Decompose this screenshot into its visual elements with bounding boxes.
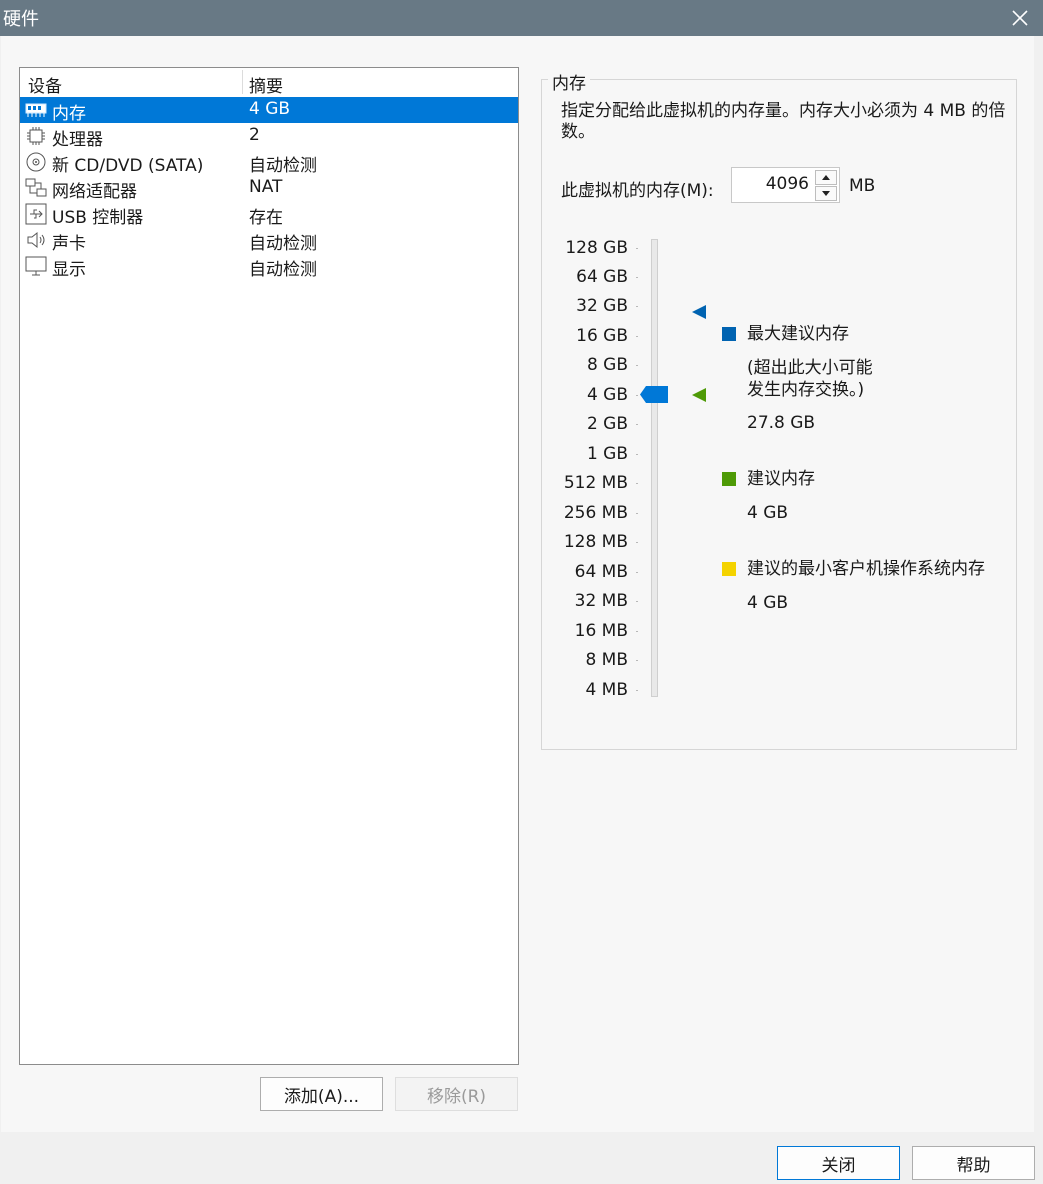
- device-row-sound-card[interactable]: 声卡 自动检测: [20, 227, 518, 254]
- device-row-network-adapter[interactable]: 网络适配器 NAT: [20, 175, 518, 202]
- memory-group-title: 内存: [548, 69, 590, 94]
- column-header-summary[interactable]: 摘要: [249, 72, 283, 97]
- spin-up-button[interactable]: [815, 170, 837, 185]
- device-row-memory[interactable]: 内存 4 GB: [20, 97, 518, 124]
- device-name: 显示: [52, 260, 86, 280]
- scale-label: 64 GB: [576, 267, 628, 287]
- device-row-processor[interactable]: 处理器 2: [20, 123, 518, 150]
- scale-label: 256 MB: [563, 503, 628, 523]
- scale-label: 1 GB: [586, 444, 628, 464]
- memory-field-label: 此虚拟机的内存(M):: [561, 181, 714, 201]
- device-row-usb-controller[interactable]: USB 控制器 存在: [20, 201, 518, 228]
- memory-slider-track[interactable]: [651, 239, 658, 697]
- scale-label: 64 MB: [574, 562, 628, 582]
- display-icon: [25, 255, 47, 277]
- close-button[interactable]: 关闭: [777, 1146, 900, 1180]
- memory-description: 指定分配给此虚拟机的内存量。内存大小必须为 4 MB 的倍数。: [561, 101, 1006, 142]
- speaker-icon: [25, 229, 47, 251]
- remove-button[interactable]: 移除(R): [395, 1077, 518, 1111]
- device-row-display[interactable]: 显示 自动检测: [20, 253, 518, 280]
- legend-max-value: 27.8 GB: [747, 413, 816, 433]
- scale-label: 4 MB: [585, 680, 628, 700]
- usb-icon: [25, 203, 47, 225]
- scale-label: 2 GB: [586, 414, 628, 434]
- close-icon[interactable]: [997, 0, 1043, 36]
- device-list-header: 设备 摘要: [20, 68, 518, 97]
- scale-label: 16 GB: [576, 326, 628, 346]
- cd-dvd-icon: [25, 151, 47, 173]
- scale-label: 128 GB: [565, 238, 628, 258]
- window-title: 硬件: [3, 9, 39, 30]
- scale-label: 32 GB: [576, 296, 628, 316]
- processor-icon: [25, 125, 47, 147]
- device-summary: 自动检测: [249, 234, 317, 254]
- legend-max-note-2: 发生内存交换。): [747, 380, 865, 400]
- scale-label: 8 MB: [585, 650, 628, 670]
- legend-square-max: [722, 327, 736, 341]
- device-name: 处理器: [52, 130, 103, 150]
- network-adapter-icon: [25, 177, 47, 199]
- scale-label: 512 MB: [563, 473, 628, 493]
- scale-label: 32 MB: [574, 591, 628, 611]
- device-summary: 自动检测: [249, 260, 317, 280]
- device-name: 网络适配器: [52, 182, 137, 202]
- device-name: 新 CD/DVD (SATA): [52, 156, 204, 176]
- device-name: USB 控制器: [52, 208, 144, 228]
- legend-recommended-value: 4 GB: [747, 503, 789, 523]
- max-recommended-marker: [692, 304, 706, 319]
- device-row-cd-dvd[interactable]: 新 CD/DVD (SATA) 自动检测: [20, 149, 518, 176]
- device-name: 内存: [52, 104, 86, 124]
- column-separator[interactable]: [242, 70, 243, 94]
- device-summary: 2: [249, 125, 260, 145]
- device-summary: NAT: [249, 177, 283, 197]
- legend-max-note-1: (超出此大小可能: [747, 358, 873, 378]
- device-list[interactable]: 设备 摘要 内存 4 GB 处理器 2 新 CD/DVD (SATA) 自动检测…: [19, 67, 519, 1065]
- add-button[interactable]: 添加(A)...: [260, 1077, 383, 1111]
- title-bar: 硬件: [0, 0, 1043, 36]
- legend-max-title: 最大建议内存: [747, 324, 849, 344]
- column-header-device[interactable]: 设备: [28, 72, 62, 97]
- memory-spinbox[interactable]: 4096: [731, 167, 840, 203]
- memory-icon: [25, 99, 47, 121]
- memory-unit: MB: [849, 176, 876, 196]
- legend-recommended-title: 建议内存: [747, 469, 815, 489]
- memory-input[interactable]: 4096: [766, 174, 809, 194]
- legend-square-min-guest: [722, 562, 736, 576]
- spin-down-button[interactable]: [815, 186, 837, 201]
- help-button[interactable]: 帮助: [912, 1146, 1035, 1180]
- legend-min-guest-title: 建议的最小客户机操作系统内存: [747, 559, 985, 579]
- arrow-down-icon: [822, 191, 830, 196]
- device-summary: 自动检测: [249, 156, 317, 176]
- scale-label: 8 GB: [586, 355, 628, 375]
- legend-min-guest-value: 4 GB: [747, 593, 789, 613]
- recommended-marker: [692, 387, 706, 402]
- arrow-up-icon: [822, 175, 830, 180]
- scale-label: 16 MB: [574, 621, 628, 641]
- device-summary: 存在: [249, 208, 283, 228]
- device-summary: 4 GB: [249, 99, 291, 119]
- device-name: 声卡: [52, 234, 86, 254]
- scale-label: 4 GB: [586, 385, 628, 405]
- memory-slider-thumb[interactable]: [640, 386, 668, 403]
- legend-square-recommended: [722, 472, 736, 486]
- scale-label: 128 MB: [563, 532, 628, 552]
